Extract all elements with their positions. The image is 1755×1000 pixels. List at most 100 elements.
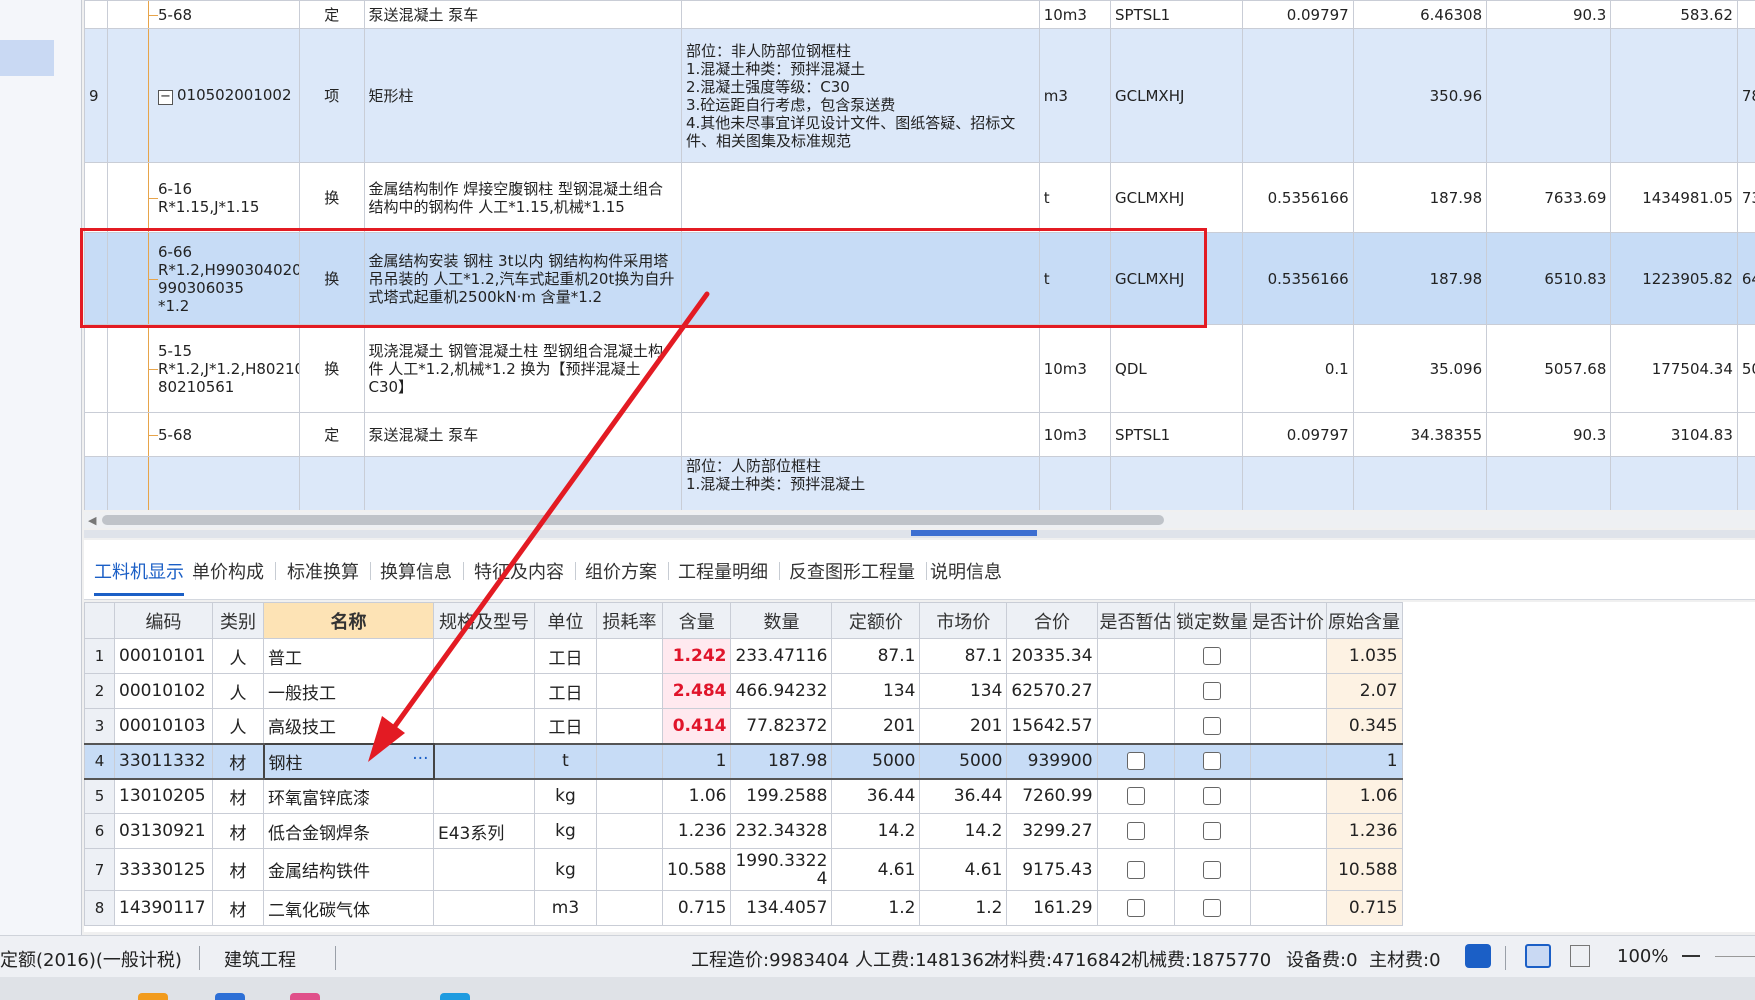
- checkbox[interactable]: [1203, 682, 1222, 700]
- resource-cell-qty[interactable]: 199.2588: [730, 778, 833, 814]
- bill-cell-extra[interactable]: [1736, 0, 1755, 29]
- bill-cell-expr[interactable]: QDL: [1110, 324, 1244, 413]
- bill-cell-total[interactable]: [1610, 28, 1738, 163]
- bill-cell-type[interactable]: 定: [299, 0, 365, 29]
- resource-cell-qty[interactable]: 232.34328: [730, 813, 833, 849]
- bill-cell-name[interactable]: 现浇混凝土 钢管混凝土柱 型钢组合混凝土构件 人工*1.2,机械*1.2 换为【…: [363, 324, 682, 413]
- bill-cell-content[interactable]: [1242, 28, 1354, 163]
- resource-cell-unit[interactable]: kg: [534, 778, 597, 814]
- scrollbar-thumb[interactable]: [102, 515, 1164, 525]
- bill-cell-extra[interactable]: 64: [1736, 232, 1755, 325]
- resource-cell-loss[interactable]: [596, 673, 663, 709]
- column-header[interactable]: 名称: [263, 602, 434, 639]
- bill-cell-no[interactable]: [84, 456, 108, 510]
- bill-cell-type[interactable]: 定: [299, 412, 365, 457]
- resource-cell-orig[interactable]: 10.588: [1325, 848, 1403, 891]
- resource-row[interactable]: 2 00010102 人一般技工 工日 2.484 466.94232 134 134 6257…: [84, 673, 1403, 709]
- resource-cell-content[interactable]: 1.06: [661, 778, 732, 814]
- resource-cell-code[interactable]: 00010103: [114, 708, 213, 744]
- bill-cell-extra[interactable]: [1736, 412, 1755, 457]
- bill-cell-expr[interactable]: GCLMXHJ: [1110, 232, 1244, 325]
- bill-cell-expr[interactable]: SPTSL1: [1110, 412, 1244, 457]
- resource-cell-code[interactable]: 14390117: [114, 890, 213, 926]
- bill-cell-unit[interactable]: t: [1038, 162, 1112, 233]
- bill-cell-content[interactable]: 0.5356166: [1242, 232, 1354, 325]
- resource-cell-loss[interactable]: [596, 708, 663, 744]
- column-header[interactable]: 定额价: [831, 602, 921, 639]
- resource-cell-lock[interactable]: [1173, 890, 1251, 926]
- resource-cell-spec[interactable]: [433, 890, 535, 926]
- resource-cell-quota[interactable]: 4.61: [831, 848, 921, 891]
- bill-row[interactable]: 5-68 定泵送混凝土 泵车 10m3 SPTSL1 0.09797 34.38355 90…: [84, 412, 1755, 457]
- resource-cell-market[interactable]: 1.2: [919, 890, 1008, 926]
- resource-row[interactable]: 5 13010205 材环氧富锌底漆 kg 1.06 199.2588 36.44 36.44…: [84, 778, 1403, 814]
- resource-cell-content[interactable]: 0.715: [661, 890, 732, 926]
- tab-8[interactable]: 说明信息: [920, 558, 1012, 584]
- bill-cell-name[interactable]: 金属结构制作 焊接空腹钢柱 型钢混凝土组合结构中的钢构件 人工*1.15,机械*…: [363, 162, 682, 233]
- resource-cell-loss[interactable]: [596, 890, 663, 926]
- column-header[interactable]: 含量: [661, 602, 732, 639]
- quota-standard[interactable]: 定额(2016)(一般计税): [0, 946, 182, 972]
- resource-cell-qty[interactable]: 187.98: [730, 742, 833, 780]
- bill-cell-content[interactable]: 0.09797: [1242, 412, 1354, 457]
- column-header[interactable]: 数量: [730, 602, 833, 639]
- resource-cell-code[interactable]: 00010101: [114, 638, 213, 674]
- bill-row[interactable]: 6-66 R*1.2,H990304020 990306035 *1.2 换金属结构安…: [84, 232, 1755, 325]
- zoom-out-icon[interactable]: [1682, 955, 1700, 957]
- resource-cell-name[interactable]: 环氧富锌底漆: [263, 778, 434, 814]
- resource-cell-content[interactable]: 1: [661, 742, 732, 780]
- pane-splitter[interactable]: [84, 530, 1755, 538]
- bill-cell-total[interactable]: 583.62: [1610, 0, 1738, 29]
- bill-cell-total[interactable]: 177504.34: [1610, 324, 1738, 413]
- resource-cell-lock[interactable]: [1173, 778, 1251, 814]
- column-header[interactable]: 合价: [1006, 602, 1098, 639]
- resource-cell-spec[interactable]: [433, 848, 535, 891]
- single-view-icon[interactable]: [1525, 944, 1551, 968]
- bill-cell-price[interactable]: 90.3: [1486, 412, 1612, 457]
- bill-cell-price[interactable]: [1486, 456, 1612, 510]
- bill-cell-content[interactable]: [1242, 456, 1354, 510]
- resource-cell-market[interactable]: 201: [919, 708, 1008, 744]
- resource-cell-lock[interactable]: [1173, 673, 1251, 709]
- bill-cell-code[interactable]: 5-68: [106, 0, 301, 29]
- bill-cell-no[interactable]: 9: [84, 28, 108, 163]
- resource-cell-market[interactable]: 36.44: [919, 778, 1008, 814]
- resource-cell-name[interactable]: 普工: [263, 638, 434, 674]
- zoom-slider[interactable]: [1715, 956, 1755, 957]
- bill-cell-total[interactable]: [1610, 456, 1738, 510]
- bill-cell-type[interactable]: 换: [299, 162, 365, 233]
- checkbox[interactable]: [1126, 787, 1145, 806]
- taskbar-app-icon[interactable]: [290, 993, 320, 1000]
- resource-cell-orig[interactable]: 1.035: [1325, 638, 1403, 674]
- resource-cell-total[interactable]: 161.29: [1006, 890, 1098, 926]
- bill-cell-total[interactable]: 3104.83: [1610, 412, 1738, 457]
- resource-cell-content[interactable]: 2.484: [661, 673, 732, 709]
- resource-cell-market[interactable]: 14.2: [919, 813, 1008, 849]
- bill-cell-content[interactable]: 0.09797: [1242, 0, 1354, 29]
- checkbox[interactable]: [1126, 752, 1145, 770]
- resource-cell-content[interactable]: 0.414: [661, 708, 732, 744]
- resource-cell-unit[interactable]: 工日: [534, 673, 597, 709]
- resource-cell-unit[interactable]: 工日: [534, 708, 597, 744]
- resource-cell-total[interactable]: 15642.57: [1006, 708, 1098, 744]
- checkbox[interactable]: [1203, 787, 1222, 806]
- bill-cell-extra[interactable]: 73: [1736, 162, 1755, 233]
- bill-cell-name[interactable]: 金属结构安装 钢柱 3t以内 钢结构构件采用塔吊吊装的 人工*1.2,汽车式起重…: [363, 232, 682, 325]
- column-header[interactable]: 类别: [212, 602, 264, 639]
- bill-cell-extra[interactable]: [1736, 456, 1755, 510]
- bill-cell-qty[interactable]: 187.98: [1352, 162, 1488, 233]
- resource-cell-unit[interactable]: m3: [534, 890, 597, 926]
- resource-cell-market[interactable]: 5000: [919, 742, 1008, 780]
- resource-cell-code[interactable]: 33330125: [114, 848, 213, 891]
- resource-cell-spec[interactable]: [433, 708, 535, 744]
- resource-cell-quota[interactable]: 1.2: [831, 890, 921, 926]
- bill-cell-feature[interactable]: [680, 324, 1040, 413]
- resource-cell-lock[interactable]: [1173, 708, 1251, 744]
- bill-cell-name[interactable]: 矩形柱: [363, 28, 682, 163]
- bill-cell-no[interactable]: [84, 324, 108, 413]
- resource-cell-orig[interactable]: 0.345: [1325, 708, 1403, 744]
- resource-cell-est[interactable]: [1096, 848, 1175, 891]
- resource-cell-total[interactable]: 62570.27: [1006, 673, 1098, 709]
- bill-cell-qty[interactable]: [1352, 456, 1488, 510]
- bill-cell-price[interactable]: 6510.83: [1486, 232, 1612, 325]
